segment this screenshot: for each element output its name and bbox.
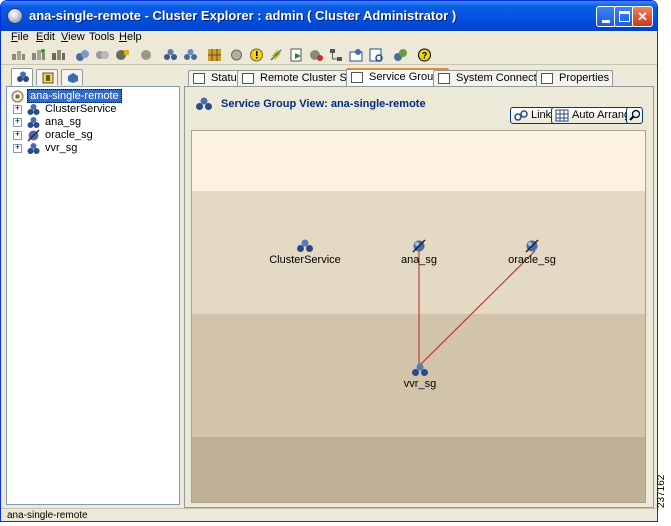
cluster-icon bbox=[11, 90, 24, 103]
tab-properties[interactable]: Properties bbox=[536, 70, 614, 86]
notify-icon[interactable] bbox=[309, 48, 324, 62]
service-group-icon bbox=[27, 104, 40, 115]
link-icon bbox=[514, 110, 528, 121]
auto-arrange-icon bbox=[555, 109, 569, 122]
offline-icon[interactable] bbox=[51, 48, 66, 62]
resources-tab-icon bbox=[68, 73, 78, 83]
maximize-icon bbox=[619, 11, 630, 22]
status-bar: ana-single-remote bbox=[1, 508, 657, 521]
menu-help[interactable]: Help bbox=[119, 31, 142, 43]
info-icon[interactable] bbox=[249, 48, 264, 62]
dependency-links bbox=[418, 250, 536, 365]
node-label: ana_sg bbox=[400, 254, 438, 266]
tree-root-label[interactable]: ana-single-remote bbox=[27, 89, 122, 103]
left-tab-strip bbox=[6, 68, 180, 86]
record-icon[interactable] bbox=[229, 48, 244, 62]
toolbar: ? bbox=[1, 45, 657, 65]
service-group-view-icon bbox=[196, 97, 212, 110]
remote-service-group-icon bbox=[525, 239, 539, 253]
connectivity-icon bbox=[438, 73, 450, 84]
cluster-icon[interactable] bbox=[163, 48, 178, 62]
add-resource-icon[interactable] bbox=[75, 48, 90, 62]
help-icon[interactable]: ? bbox=[417, 48, 432, 62]
tab-resources-tree[interactable] bbox=[61, 69, 83, 85]
link-icon[interactable] bbox=[95, 48, 110, 62]
tree-icon[interactable] bbox=[329, 48, 344, 62]
link-button[interactable]: Link bbox=[510, 107, 557, 124]
tab-service-groups-tree[interactable] bbox=[11, 68, 33, 86]
window-title: ana-single-remote - Cluster Explorer : a… bbox=[29, 8, 457, 23]
tab-systems-tree[interactable] bbox=[36, 69, 58, 85]
tree-item-label[interactable]: ClusterService bbox=[43, 103, 119, 115]
expand-icon[interactable]: + bbox=[13, 131, 22, 140]
menu-tools[interactable]: Tools bbox=[89, 31, 115, 43]
service-group-view: Service Group View: ana-single-remote Li… bbox=[184, 86, 654, 508]
remote-status-icon bbox=[242, 73, 254, 84]
graph-node-oracle-sg[interactable]: oracle_sg bbox=[492, 239, 572, 266]
remote-service-group-icon bbox=[27, 129, 40, 142]
add-service-group-icon[interactable] bbox=[11, 48, 26, 62]
node-label: vvr_sg bbox=[403, 378, 437, 390]
dependency-graph-canvas[interactable]: ClusterService ana_sg oracle_sg vvr_sg bbox=[191, 130, 646, 503]
configuration-wizard-icon[interactable] bbox=[183, 48, 198, 62]
service-groups-tab-icon bbox=[17, 71, 29, 82]
node-label: oracle_sg bbox=[508, 254, 556, 266]
view-tab-strip: Status Remote Cluster Status Service Gro… bbox=[188, 68, 654, 87]
menu-file[interactable]: File bbox=[11, 31, 29, 43]
remote-group-icon[interactable] bbox=[349, 48, 364, 62]
graph-node-vvr-sg[interactable]: vvr_sg bbox=[380, 363, 460, 390]
expand-icon[interactable]: + bbox=[13, 144, 22, 153]
systems-tab-icon bbox=[42, 72, 54, 84]
view-title: Service Group View: ana-single-remote bbox=[221, 98, 426, 110]
close-button[interactable]: ✕ bbox=[632, 6, 653, 27]
tree-item-label[interactable]: vvr_sg bbox=[43, 142, 79, 154]
report-icon[interactable] bbox=[369, 48, 384, 62]
configure-icon[interactable] bbox=[115, 48, 130, 62]
title-bar[interactable]: ana-single-remote - Cluster Explorer : a… bbox=[1, 1, 657, 31]
minimize-icon bbox=[602, 20, 610, 23]
expand-icon[interactable]: + bbox=[13, 105, 22, 114]
system-icon[interactable] bbox=[139, 48, 154, 62]
properties-icon bbox=[541, 73, 553, 84]
status-icon bbox=[193, 73, 205, 84]
online-icon[interactable] bbox=[31, 48, 46, 62]
left-panel: ana-single-remote + ClusterService + ana… bbox=[6, 68, 180, 505]
node-label: ClusterService bbox=[269, 254, 341, 266]
close-icon: ✕ bbox=[637, 9, 648, 24]
menu-view[interactable]: View bbox=[61, 31, 85, 43]
grid-icon[interactable] bbox=[207, 48, 222, 62]
menu-edit[interactable]: Edit bbox=[36, 31, 55, 43]
export-icon[interactable] bbox=[289, 48, 304, 62]
service-group-tree: ana-single-remote + ClusterService + ana… bbox=[6, 86, 180, 505]
graph-node-ana-sg[interactable]: ana_sg bbox=[379, 239, 459, 266]
status-text: ana-single-remote bbox=[7, 510, 88, 521]
service-group-icon bbox=[297, 239, 313, 252]
dependency-link[interactable] bbox=[420, 250, 536, 365]
expand-icon[interactable]: + bbox=[13, 118, 22, 127]
service-group-icon bbox=[412, 363, 428, 376]
cluster-explorer-window: ana-single-remote - Cluster Explorer : a… bbox=[0, 0, 658, 522]
lightning-icon[interactable] bbox=[269, 48, 284, 62]
service-group-icon bbox=[27, 117, 40, 128]
service-group-icon bbox=[27, 143, 40, 154]
tree-item-label[interactable]: ana_sg bbox=[43, 116, 83, 128]
service-groups-icon bbox=[351, 72, 363, 83]
svg-text:?: ? bbox=[422, 51, 428, 61]
cluster-explorer-icon bbox=[7, 8, 23, 24]
remote-service-group-icon bbox=[412, 239, 426, 253]
figure-number: 237162 bbox=[656, 474, 667, 508]
query-icon[interactable] bbox=[393, 48, 408, 62]
zoom-button[interactable] bbox=[626, 107, 643, 124]
tree-item-label[interactable]: oracle_sg bbox=[43, 129, 95, 141]
menu-bar: File Edit View Tools Help bbox=[1, 31, 657, 45]
magnifier-icon bbox=[629, 109, 641, 121]
graph-node-clusterservice[interactable]: ClusterService bbox=[265, 239, 345, 266]
